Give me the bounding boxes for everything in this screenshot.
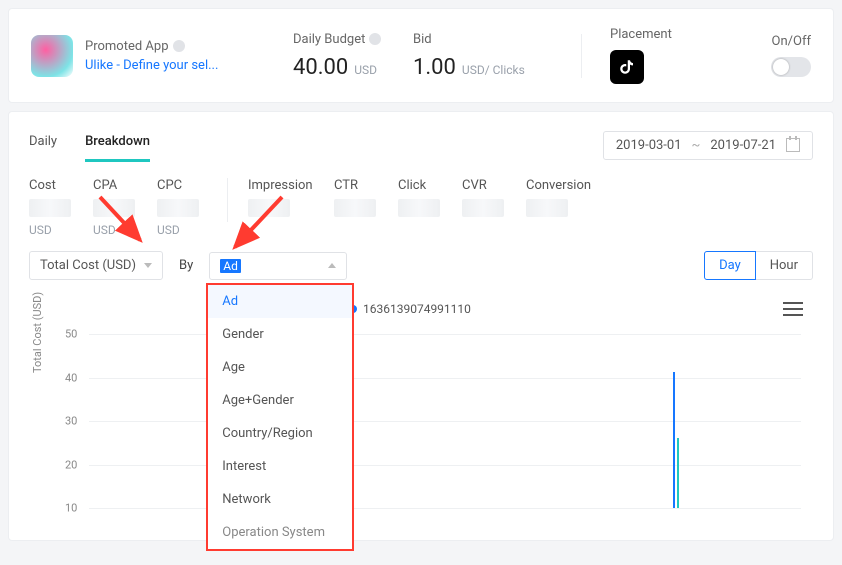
metric-cost[interactable]: CostUSD (29, 178, 79, 237)
date-sep: ~ (692, 138, 701, 153)
divider (581, 34, 582, 78)
chart-plot-area: 50 40 30 20 10 (89, 334, 801, 508)
metric-impression[interactable]: Impression (248, 178, 320, 217)
promoted-app-label: Promoted App (85, 39, 265, 54)
date-from: 2019-03-01 (616, 138, 682, 153)
breakdown-option-country[interactable]: Country/Region (208, 417, 352, 450)
metrics-row: CostUSD CPAUSD CPCUSD Impression CTR Cli… (29, 178, 813, 237)
onoff-toggle[interactable] (771, 57, 811, 77)
app-icon (31, 35, 73, 77)
chart-menu-icon[interactable] (779, 298, 807, 320)
promoted-app-block: Promoted App Ulike - Define your sel... (85, 39, 265, 73)
by-label: By (179, 258, 193, 273)
breakdown-option-network[interactable]: Network (208, 483, 352, 516)
breakdown-option-os[interactable]: Operation System (208, 516, 352, 549)
bid-value: 1.00 (413, 55, 456, 80)
calendar-icon (786, 138, 800, 152)
date-range-picker[interactable]: 2019-03-01 ~ 2019-07-21 (603, 131, 813, 160)
daily-budget-unit: USD (354, 63, 377, 77)
granularity-toggle: Day Hour (704, 251, 813, 280)
breakdown-option-age[interactable]: Age (208, 351, 352, 384)
breakdown-card: Daily Breakdown 2019-03-01 ~ 2019-07-21 … (8, 111, 834, 541)
breakdown-option-interest[interactable]: Interest (208, 450, 352, 483)
metric-select[interactable]: Total Cost (USD) (29, 251, 163, 280)
metric-conversion[interactable]: Conversion (526, 178, 598, 217)
metric-cpc[interactable]: CPCUSD (157, 178, 207, 237)
date-to: 2019-07-21 (710, 138, 776, 153)
granularity-hour[interactable]: Hour (756, 251, 813, 280)
breakdown-option-ad[interactable]: Ad (208, 285, 352, 318)
metric-cvr[interactable]: CVR (462, 178, 512, 217)
chart: 1636139074991110 Total Cost (USD) 50 40 … (29, 298, 813, 508)
chart-ylabel: Total Cost (USD) (31, 292, 44, 373)
summary-card: Promoted App Ulike - Define your sel... … (8, 8, 834, 103)
tab-breakdown[interactable]: Breakdown (85, 128, 150, 162)
onoff-block: On/Off (771, 34, 811, 77)
daily-budget-block: Daily Budget 40.00 USD (293, 32, 413, 80)
chart-spike (673, 372, 675, 508)
breakdown-option-age-gender[interactable]: Age+Gender (208, 384, 352, 417)
chart-legend: 1636139074991110 (349, 302, 471, 316)
info-icon (369, 33, 381, 45)
chart-spike (677, 438, 679, 508)
bid-unit: USD/ Clicks (462, 63, 525, 77)
promoted-app-link[interactable]: Ulike - Define your sel... (85, 58, 265, 73)
onoff-label: On/Off (772, 34, 811, 49)
daily-budget-value: 40.00 (293, 55, 348, 80)
bid-block: Bid 1.00 USD/ Clicks (413, 32, 553, 80)
legend-series-label: 1636139074991110 (363, 302, 471, 316)
daily-budget-label: Daily Budget (293, 32, 413, 47)
breakdown-option-gender[interactable]: Gender (208, 318, 352, 351)
breakdown-dropdown-panel: Ad Gender Age Age+Gender Country/Region … (206, 283, 354, 551)
granularity-day[interactable]: Day (704, 251, 756, 280)
bid-label: Bid (413, 32, 553, 47)
tab-daily[interactable]: Daily (29, 128, 57, 162)
metric-ctr[interactable]: CTR (334, 178, 384, 217)
placement-label: Placement (610, 27, 700, 42)
view-tabs: Daily Breakdown (29, 128, 150, 162)
metric-click[interactable]: Click (398, 178, 448, 217)
breakdown-selected: Ad (220, 259, 241, 273)
chevron-up-icon (328, 263, 336, 268)
metric-cpa[interactable]: CPAUSD (93, 178, 143, 237)
tiktok-icon (610, 50, 644, 84)
placement-block: Placement (610, 27, 700, 84)
breakdown-select[interactable]: Ad Ad Gender Age Age+Gender Country/Regi… (209, 252, 347, 280)
info-icon (173, 40, 185, 52)
